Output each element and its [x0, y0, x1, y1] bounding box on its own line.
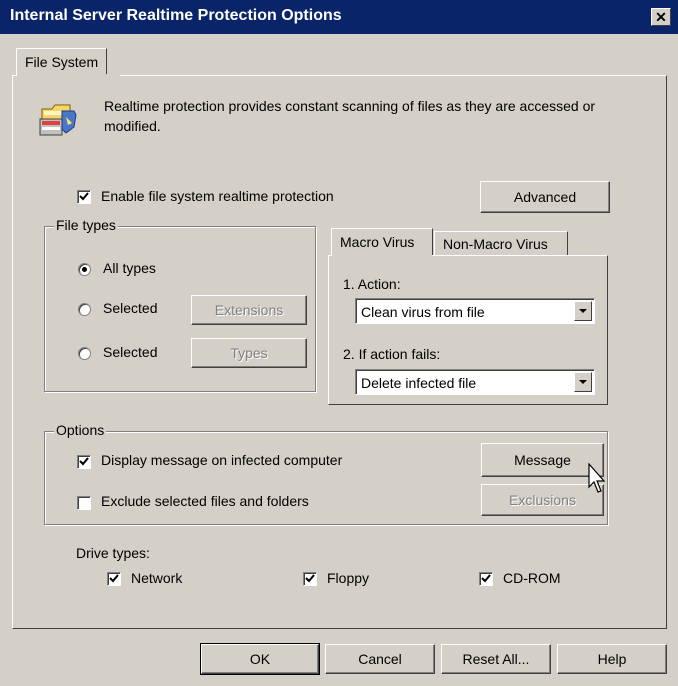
tab-macro-virus[interactable]: Macro Virus: [331, 228, 433, 256]
ok-button[interactable]: OK: [200, 643, 320, 675]
drive-types-label: Drive types:: [76, 545, 150, 561]
types-button[interactable]: Types: [191, 338, 307, 368]
exclusions-button[interactable]: Exclusions: [481, 484, 604, 516]
enable-label: Enable file system realtime protection: [101, 188, 334, 204]
tab-macro-virus-label: Macro Virus: [340, 234, 415, 250]
radio-selected-extensions[interactable]: [78, 303, 91, 316]
exclude-label: Exclude selected files and folders: [101, 493, 309, 509]
action-label: 1. Action:: [343, 276, 401, 292]
cancel-button[interactable]: Cancel: [325, 644, 435, 674]
selected-types-label: Selected: [103, 344, 158, 360]
fail-label: 2. If action fails:: [343, 346, 441, 362]
title-bar: Internal Server Realtime Protection Opti…: [0, 0, 678, 34]
help-button[interactable]: Help: [557, 644, 667, 674]
check-icon: [79, 192, 89, 201]
tab-non-macro-virus-label: Non-Macro Virus: [443, 236, 548, 252]
window-title: Internal Server Realtime Protection Opti…: [10, 7, 342, 24]
all-types-label: All types: [103, 260, 156, 276]
radio-all-types[interactable]: [78, 263, 91, 276]
close-icon: ✕: [655, 9, 667, 25]
virus-tab-join: [332, 254, 432, 257]
dropdown-arrow-icon[interactable]: [574, 372, 592, 392]
fail-select-value: Delete infected file: [361, 375, 477, 391]
floppy-checkbox[interactable]: [303, 572, 317, 586]
info-text: Realtime protection provides constant sc…: [104, 98, 596, 134]
check-icon: [305, 574, 315, 583]
floppy-label: Floppy: [327, 570, 370, 586]
cdrom-label: CD-ROM: [503, 570, 561, 586]
action-select-value: Clean virus from file: [361, 304, 485, 320]
display-message-label: Display message on infected computer: [101, 452, 343, 468]
tab-join: [17, 74, 120, 77]
tab-file-system[interactable]: File System: [16, 48, 108, 76]
enable-checkbox[interactable]: [77, 190, 91, 204]
cdrom-checkbox[interactable]: [479, 572, 493, 586]
tab-non-macro-virus[interactable]: Non-Macro Virus: [434, 231, 568, 257]
close-button[interactable]: ✕: [651, 8, 671, 26]
tab-file-system-label: File System: [25, 54, 99, 70]
action-select[interactable]: Clean virus from file: [355, 298, 595, 324]
file-types-legend: File types: [54, 217, 118, 233]
check-icon: [481, 574, 491, 583]
mouse-pointer-icon: [588, 462, 608, 495]
advanced-button[interactable]: Advanced: [480, 181, 610, 213]
message-button[interactable]: Message: [481, 443, 604, 477]
fail-select[interactable]: Delete infected file: [355, 369, 595, 395]
options-legend: Options: [54, 422, 107, 438]
network-label: Network: [131, 570, 183, 586]
exclude-checkbox[interactable]: [77, 496, 91, 510]
check-icon: [79, 457, 89, 466]
folder-shield-icon: [38, 97, 80, 139]
check-icon: [109, 574, 119, 583]
extensions-button[interactable]: Extensions: [191, 295, 307, 325]
display-message-checkbox[interactable]: [77, 455, 91, 469]
selected-extensions-label: Selected: [103, 300, 158, 316]
reset-all-button[interactable]: Reset All...: [441, 644, 551, 674]
dropdown-arrow-icon[interactable]: [574, 301, 592, 321]
network-checkbox[interactable]: [107, 572, 121, 586]
radio-selected-types[interactable]: [78, 347, 91, 360]
